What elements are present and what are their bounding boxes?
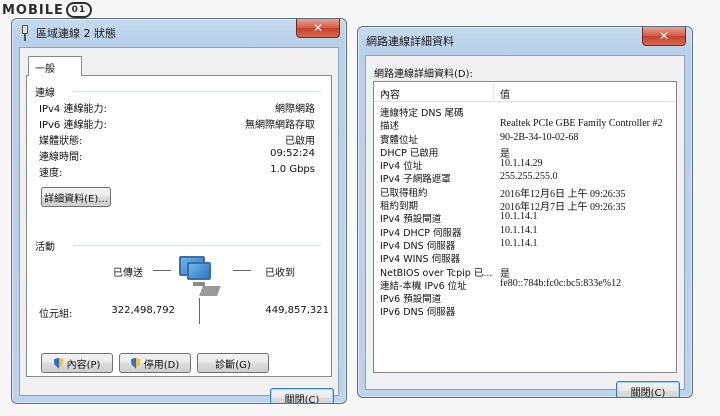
ipv6-connectivity-label: IPv6 連線能力: — [39, 120, 107, 131]
properties-button-label: 內容(P) — [66, 359, 101, 371]
table-row[interactable]: 連線特定 DNS 尾碼 — [374, 104, 676, 119]
row-duration: 連線時間: 09:52:24 — [39, 148, 315, 163]
received-label: 已收到 — [265, 268, 295, 279]
sent-label: 已傳送 — [113, 268, 143, 279]
media-state-label: 媒體狀態: — [39, 136, 83, 147]
details-rows: 連線特定 DNS 尾碼 描述 Realtek PCIe GBE Family Con… — [374, 104, 676, 319]
uac-shield-icon — [130, 357, 141, 369]
details-close-icon[interactable]: ✕ — [642, 27, 686, 46]
details-client-area: 網路連線詳細資料(D): 內容 值 連線特定 DNS 尾碼 描述 Realtek P… — [365, 55, 685, 397]
column-separator[interactable] — [493, 84, 494, 100]
table-row[interactable]: 租約到期 2016年12月7日 上午 09:26:35 — [374, 197, 676, 213]
connection-section-label: 連線 — [35, 88, 55, 99]
table-row[interactable]: NetBIOS over Tcpip 已... 是 — [374, 264, 676, 280]
row-media-state: 媒體狀態: 已啟用 — [39, 132, 315, 147]
ipv4-connectivity-label: IPv4 連線能力: — [39, 104, 107, 115]
tab-general[interactable]: 一般 — [28, 56, 82, 76]
diagnose-button[interactable]: 診斷(G) — [197, 353, 269, 373]
connection-status-window: 區域連線 2 狀態 ✕ 一般 連線 IPv4 連線能力: 網際網路 IPv6 連… — [11, 18, 347, 404]
activity-section-label: 活動 — [35, 242, 55, 253]
disable-button-label: 停用(D) — [143, 359, 180, 371]
table-row[interactable]: 實體位址 90-2B-34-10-02-68 — [374, 131, 676, 146]
status-window-title: 區域連線 2 狀態 — [36, 27, 116, 40]
speed-label: 速度: — [39, 168, 63, 179]
row-value: 90-2B-34-10-02-68 — [500, 131, 579, 143]
details-listview[interactable]: 內容 值 連線特定 DNS 尾碼 描述 Realtek PCIe GBE Famil… — [373, 81, 677, 373]
network-plug-icon — [20, 25, 30, 41]
network-computer-front-icon — [187, 262, 211, 280]
activity-divider — [73, 245, 321, 246]
details-list-label: 網路連線詳細資料(D): — [374, 69, 473, 80]
bytes-label: 位元組: — [39, 309, 73, 320]
ipv4-connectivity-value: 網際網路 — [275, 104, 315, 115]
status-client-area: 一般 連線 IPv4 連線能力: 網際網路 IPv6 連線能力: 無網際網路存取… — [19, 47, 339, 403]
table-row[interactable]: IPv4 DNS 伺服器 10.1.14.1 — [374, 237, 676, 252]
connection-details-window: 網路連線詳細資料 ✕ 網路連線詳細資料(D): 內容 值 連線特定 DNS 尾碼… — [357, 26, 693, 398]
row-property: IPv6 DNS 伺服器 — [380, 307, 456, 319]
details-list-header: 內容 值 — [374, 82, 676, 102]
speed-value: 1.0 Gbps — [270, 164, 315, 175]
column-header-value[interactable]: 值 — [500, 86, 510, 101]
table-row[interactable]: IPv6 DNS 伺服器 — [374, 303, 676, 319]
row-value: fe80::784b:fc0c:bc5:833e%12 — [500, 277, 622, 289]
row-ipv4-connectivity: IPv4 連線能力: 網際網路 — [39, 100, 315, 115]
table-row[interactable]: 已取得租約 2016年12月6日 上午 09:26:35 — [374, 184, 676, 200]
row-value: 255.255.255.0 — [500, 171, 558, 183]
table-row[interactable]: IPv4 WINS 伺服器 — [374, 250, 676, 265]
row-value: Realtek PCIe GBE Family Controller #2 — [500, 118, 663, 130]
details-close-button[interactable]: 關閉(C) — [616, 381, 680, 397]
table-row[interactable]: IPv4 預設閘道 10.1.14.1 — [374, 210, 676, 225]
column-header-property[interactable]: 內容 — [380, 86, 400, 101]
row-speed: 速度: 1.0 Gbps — [39, 164, 315, 179]
row-value: 10.1.14.29 — [500, 158, 543, 170]
watermark-text: MOBILE — [2, 2, 64, 18]
table-row[interactable]: IPv4 DHCP 伺服器 10.1.14.1 — [374, 224, 676, 239]
bytes-sent-value: 322,498,792 — [111, 305, 175, 316]
ipv6-connectivity-value: 無網際網路存取 — [245, 120, 315, 131]
network-hub-icon — [199, 286, 221, 296]
activity-divider-vertical — [199, 298, 200, 324]
table-row[interactable]: IPv4 子網路遮罩 255.255.255.0 — [374, 170, 676, 185]
properties-button[interactable]: 內容(P) — [41, 353, 113, 373]
bytes-received-value: 449,857,321 — [265, 305, 329, 316]
duration-label: 連線時間: — [39, 152, 83, 163]
watermark-logo: MOBILE 01 — [2, 1, 92, 19]
row-value: 10.1.14.1 — [500, 224, 538, 236]
general-tab-panel: 連線 IPv4 連線能力: 網際網路 IPv6 連線能力: 無網際網路存取 媒體… — [26, 75, 332, 377]
table-row[interactable]: 描述 Realtek PCIe GBE Family Controller #2 — [374, 117, 676, 132]
row-value: 10.1.14.1 — [500, 211, 538, 223]
row-value: 10.1.14.1 — [500, 237, 538, 249]
uac-shield-icon — [53, 357, 64, 369]
connection-divider — [73, 91, 321, 92]
status-close-button[interactable]: 關閉(C) — [270, 388, 334, 403]
watermark-mark: 01 — [65, 2, 92, 18]
table-row[interactable]: DHCP 已啟用是 — [374, 144, 676, 160]
duration-value: 09:52:24 — [270, 148, 315, 159]
media-state-value: 已啟用 — [285, 136, 315, 147]
table-row[interactable]: IPv4 位址 10.1.14.29 — [374, 157, 676, 172]
sent-line — [153, 270, 171, 271]
status-close-icon[interactable]: ✕ — [296, 19, 340, 38]
table-row[interactable]: IPv6 預設閘道 — [374, 290, 676, 305]
row-ipv6-connectivity: IPv6 連線能力: 無網際網路存取 — [39, 116, 315, 131]
details-window-title: 網路連線詳細資料 — [366, 35, 454, 48]
table-row[interactable]: 連結-本機 IPv6 位址 fe80::784b:fc0c:bc5:833e%12 — [374, 277, 676, 292]
received-line — [233, 270, 251, 271]
disable-button[interactable]: 停用(D) — [119, 353, 191, 373]
details-button[interactable]: 詳細資料(E)... — [41, 187, 111, 207]
